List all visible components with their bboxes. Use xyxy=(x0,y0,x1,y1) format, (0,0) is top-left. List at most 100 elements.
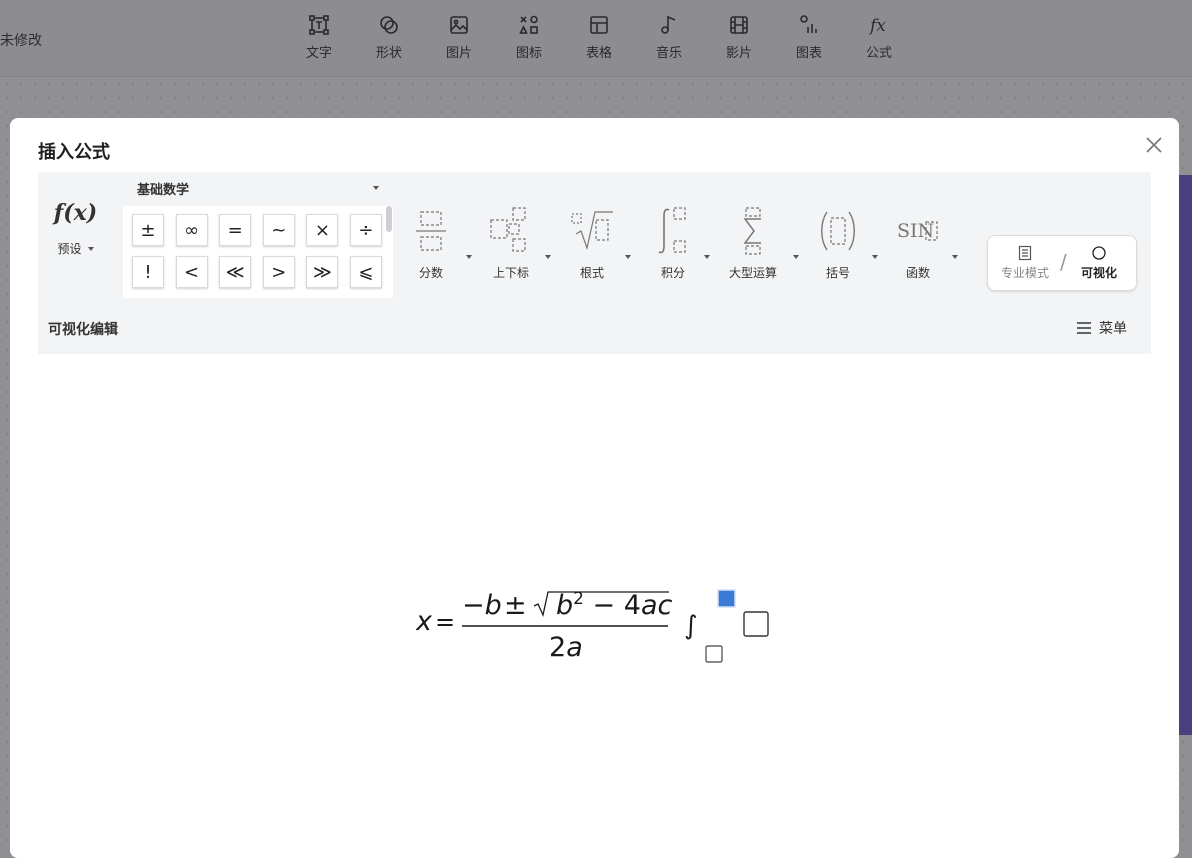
structure-large-operator-label: 大型运算 xyxy=(728,266,777,280)
dialog-title: 插入公式 xyxy=(38,142,110,163)
structure-radical[interactable]: 根式 xyxy=(570,206,614,298)
chevron-down-icon xyxy=(87,246,94,251)
menu-button[interactable]: 菜单 xyxy=(1077,318,1127,338)
category-select[interactable]: 基础数学 xyxy=(123,172,393,204)
chevron-down-icon[interactable] xyxy=(704,255,710,259)
document-icon xyxy=(1018,245,1032,261)
close-icon[interactable] xyxy=(1144,135,1164,155)
structure-function-label: 函数 xyxy=(905,266,930,280)
chevron-down-icon[interactable] xyxy=(466,255,472,259)
fraction-icon xyxy=(416,211,446,251)
toolbar-text-label: 文字 xyxy=(305,46,332,61)
structure-script[interactable]: 上下标 xyxy=(486,206,536,298)
formula-render[interactable]: x = −b ± b2 − 4ac 2a ∫ xyxy=(416,574,796,664)
toolbar-music-button[interactable]: 音乐 xyxy=(634,14,704,70)
symbol-much-greater-than[interactable]: ≫ xyxy=(306,256,339,288)
structure-script-label: 上下标 xyxy=(492,266,529,280)
preset-dropdown[interactable]: 预设 xyxy=(57,240,94,257)
formula-variable-x: x xyxy=(416,606,433,637)
symbol-palette: ± ∞ = ~ × ÷ ! < ≪ > ≫ ⩽ xyxy=(123,206,393,298)
symbol-infinity[interactable]: ∞ xyxy=(175,214,208,246)
symbol-scrollbar[interactable] xyxy=(385,206,393,298)
toolbar-film-button[interactable]: 影片 xyxy=(704,14,774,70)
shapes-icon xyxy=(380,16,398,34)
formula-equals: = xyxy=(435,608,455,636)
toolbar-icon-label: 图标 xyxy=(515,46,542,61)
chevron-down-icon[interactable] xyxy=(793,255,799,259)
radical-icon xyxy=(571,211,613,251)
toolbar-table-button[interactable]: 表格 xyxy=(564,14,634,70)
image-icon xyxy=(450,16,468,34)
icon-library-icon xyxy=(519,15,538,34)
symbol-less-than[interactable]: < xyxy=(175,256,208,288)
formula-editor[interactable]: x = −b ± b2 − 4ac 2a ∫ xyxy=(38,354,1151,858)
symbol-divide[interactable]: ÷ xyxy=(349,214,382,246)
formula-radicand: b2 − 4ac xyxy=(556,589,672,621)
toolbar-image-label: 图片 xyxy=(445,46,472,61)
insert-toolbar: 文字 形状 图片 图标 表格 音乐 影片 图表 fx 公式 xyxy=(284,14,914,70)
chart-icon xyxy=(800,15,817,33)
menu-label: 菜单 xyxy=(1099,321,1127,337)
insert-formula-dialog: 插入公式 f(x) 预设 基础数学 ± ∞ = ~ × ÷ ! < ≪ > ≫ … xyxy=(10,118,1179,858)
bracket-icon xyxy=(821,211,855,251)
visual-mode-label: 可视化 xyxy=(1080,266,1117,280)
svg-text:fx: fx xyxy=(868,16,886,36)
toolbar-image-button[interactable]: 图片 xyxy=(424,14,494,70)
formula-integral-sign: ∫ xyxy=(684,611,698,641)
music-note-icon xyxy=(661,15,676,34)
formula-plus-minus: ± xyxy=(504,590,527,621)
save-status: 未修改 xyxy=(0,33,42,49)
scroll-thumb[interactable] xyxy=(386,206,392,232)
app-header: 未修改 文字 形状 图片 图标 表格 音乐 影片 图表 fx 公式 xyxy=(0,0,1192,77)
structure-integral[interactable]: 积分 xyxy=(656,206,690,298)
table-icon xyxy=(590,16,608,34)
toolbar-table-label: 表格 xyxy=(585,46,612,61)
structure-bracket[interactable]: 括号 xyxy=(818,206,858,298)
symbol-tilde[interactable]: ~ xyxy=(262,214,295,246)
script-icon xyxy=(490,207,526,252)
structure-fraction[interactable]: 分数 xyxy=(414,206,448,298)
svg-text:SIN: SIN xyxy=(897,220,934,242)
symbol-factorial[interactable]: ! xyxy=(132,256,164,288)
large-operator-icon xyxy=(743,207,761,255)
symbol-plus-minus[interactable]: ± xyxy=(132,214,164,246)
formula-toolbox: f(x) 预设 基础数学 ± ∞ = ~ × ÷ ! < ≪ > ≫ ⩽ 分数 … xyxy=(38,172,1151,354)
toolbar-formula-label: 公式 xyxy=(865,46,892,61)
function-icon: SIN xyxy=(897,220,938,242)
formula-numerator-minus-b: −b xyxy=(462,590,502,621)
mode-toggle: 专业模式 / 可视化 xyxy=(987,235,1137,291)
chevron-down-icon[interactable] xyxy=(545,255,551,259)
structure-large-operator[interactable]: 大型运算 xyxy=(728,206,778,298)
symbol-greater-than[interactable]: > xyxy=(262,256,295,288)
toolbar-shape-button[interactable]: 形状 xyxy=(354,14,424,70)
visual-mode-option[interactable]: 可视化 xyxy=(1066,236,1132,290)
symbol-much-less-than[interactable]: ≪ xyxy=(219,256,252,288)
professional-mode-option[interactable]: 专业模式 xyxy=(992,236,1058,290)
chevron-down-icon[interactable] xyxy=(872,255,878,259)
symbol-less-equal[interactable]: ⩽ xyxy=(349,256,382,288)
toolbar-icon-button[interactable]: 图标 xyxy=(494,14,564,70)
symbol-equals[interactable]: = xyxy=(219,214,252,246)
toolbar-formula-button[interactable]: fx 公式 xyxy=(844,14,914,70)
formula-upper-limit-placeholder[interactable] xyxy=(717,589,736,608)
formula-integrand-placeholder[interactable] xyxy=(743,611,769,637)
slide-edge xyxy=(1178,175,1192,735)
formula-lower-limit-placeholder[interactable] xyxy=(705,645,723,663)
circle-icon xyxy=(1092,246,1106,260)
chevron-down-icon[interactable] xyxy=(625,255,631,259)
category-value: 基础数学 xyxy=(137,182,190,198)
text-box-icon xyxy=(309,15,329,35)
formula-denominator: 2a xyxy=(549,632,583,663)
toolbar-shape-label: 形状 xyxy=(375,46,402,61)
preset-box: f(x) 预设 xyxy=(38,172,113,298)
symbol-grid: ± ∞ = ~ × ÷ ! < ≪ > ≫ ⩽ xyxy=(132,214,382,288)
preset-label: 预设 xyxy=(57,242,82,256)
toolbar-film-label: 影片 xyxy=(725,46,752,61)
symbol-times[interactable]: × xyxy=(306,214,339,246)
edit-bar-label: 可视化编辑 xyxy=(48,322,118,338)
structure-function[interactable]: SIN 函数 xyxy=(896,206,940,298)
toolbar-text-button[interactable]: 文字 xyxy=(284,14,354,70)
toolbar-chart-button[interactable]: 图表 xyxy=(774,14,844,70)
chevron-down-icon[interactable] xyxy=(952,255,958,259)
fx-icon: fx xyxy=(868,16,886,36)
